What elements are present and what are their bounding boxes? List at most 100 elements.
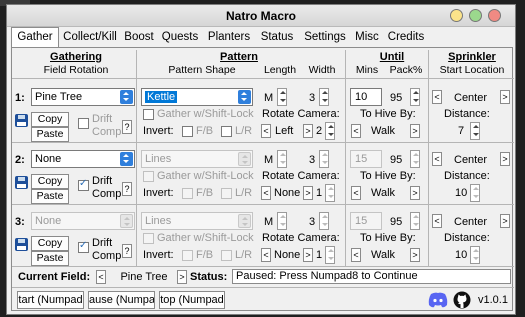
field-value: Pine Tree	[35, 91, 83, 103]
save-disk-icon[interactable]	[15, 176, 28, 189]
hive-left-arrow[interactable]: <	[351, 186, 361, 200]
divider	[12, 78, 514, 79]
rotate-left-arrow[interactable]: <	[261, 248, 271, 262]
help-button[interactable]: ?	[122, 182, 132, 196]
save-disk-icon[interactable]	[15, 238, 28, 251]
length-spinner[interactable]	[277, 88, 287, 106]
tab-boost[interactable]: Boost	[121, 28, 157, 48]
invert-fb-checkbox[interactable]	[182, 188, 193, 199]
field-select[interactable]: None	[31, 150, 135, 168]
github-icon[interactable]	[453, 291, 471, 309]
copy-button[interactable]: Copy	[31, 236, 69, 251]
header-width: Width	[308, 64, 336, 76]
start-left-arrow[interactable]: <	[432, 214, 442, 228]
drift-comp-checkbox[interactable]	[78, 178, 89, 191]
distance-label: Distance:	[444, 108, 490, 120]
tab-misc[interactable]: Misc	[353, 28, 381, 48]
tab-settings[interactable]: Settings	[300, 28, 350, 48]
pack-spinner[interactable]	[410, 212, 420, 230]
invert-lr-checkbox[interactable]	[221, 126, 232, 137]
start-right-arrow[interactable]: >	[500, 214, 510, 228]
stop-button[interactable]: top (Numpad	[159, 291, 225, 309]
discord-icon[interactable]	[428, 292, 448, 308]
tab-credits[interactable]: Credits	[384, 28, 428, 48]
start-right-arrow[interactable]: >	[500, 152, 510, 166]
hive-right-arrow[interactable]: >	[410, 186, 420, 200]
paste-button[interactable]: Paste	[31, 189, 69, 204]
hive-right-arrow[interactable]: >	[410, 124, 420, 138]
field-value: None	[35, 215, 62, 227]
width-spinner[interactable]	[319, 212, 329, 230]
pattern-select[interactable]: Lines	[141, 212, 253, 230]
field-select[interactable]: Pine Tree	[31, 88, 135, 106]
start-left-arrow[interactable]: <	[432, 90, 442, 104]
rotate-right-arrow[interactable]: >	[303, 124, 313, 138]
current-field-right-arrow[interactable]: >	[177, 270, 187, 284]
pack-spinner[interactable]	[410, 150, 420, 168]
main-window: Natro Macro Gather Collect/Kill Boost Qu…	[6, 4, 516, 315]
rotate-count-spinner[interactable]	[325, 122, 335, 140]
rotate-right-arrow[interactable]: >	[303, 186, 313, 200]
distance-spinner[interactable]	[470, 246, 480, 264]
window-title: Natro Macro	[225, 9, 296, 23]
save-disk-icon[interactable]	[15, 114, 28, 127]
maximize-icon[interactable]	[469, 9, 482, 22]
invert-lr-checkbox[interactable]	[221, 250, 232, 261]
invert-lr-label: L/R	[235, 125, 253, 137]
invert-fb-checkbox[interactable]	[182, 126, 193, 137]
width-spinner[interactable]	[319, 150, 329, 168]
mins-input[interactable]: 15	[350, 150, 382, 168]
start-button[interactable]: tart (Numpad	[17, 291, 84, 309]
tab-quests[interactable]: Quests	[159, 28, 201, 48]
distance-value: 10	[455, 187, 468, 199]
tab-gather[interactable]: Gather	[11, 27, 59, 49]
shift-lock-checkbox[interactable]	[143, 171, 154, 182]
rotate-count-spinner[interactable]	[325, 184, 335, 202]
mins-input[interactable]: 15	[350, 212, 382, 230]
length-spinner[interactable]	[277, 150, 287, 168]
close-icon[interactable]	[488, 9, 501, 22]
drift-comp-checkbox[interactable]	[78, 240, 89, 253]
rotate-count-spinner[interactable]	[325, 246, 335, 264]
invert-lr-checkbox[interactable]	[221, 188, 232, 199]
rotate-left-arrow[interactable]: <	[261, 186, 271, 200]
distance-spinner[interactable]	[470, 184, 480, 202]
start-right-arrow[interactable]: >	[500, 90, 510, 104]
paste-button[interactable]: Paste	[31, 127, 69, 142]
header-start-location: Start Location	[439, 64, 505, 76]
distance-spinner[interactable]	[470, 122, 480, 140]
rotate-left-arrow[interactable]: <	[261, 124, 271, 138]
mins-input[interactable]: 10	[350, 88, 382, 106]
help-button[interactable]: ?	[122, 120, 132, 134]
dropdown-icon	[238, 90, 251, 104]
start-left-arrow[interactable]: <	[432, 152, 442, 166]
paste-button[interactable]: Paste	[31, 251, 69, 266]
comp-label: Comp	[92, 126, 122, 138]
shift-lock-checkbox[interactable]	[143, 109, 154, 120]
copy-button[interactable]: Copy	[31, 174, 69, 189]
invert-fb-checkbox[interactable]	[182, 250, 193, 261]
tab-collect-kill[interactable]: Collect/Kill	[61, 28, 119, 48]
drift-comp-checkbox[interactable]	[78, 118, 89, 129]
hive-left-arrow[interactable]: <	[351, 248, 361, 262]
tab-planters[interactable]: Planters	[204, 28, 254, 48]
field-select[interactable]: None	[31, 212, 135, 230]
pause-button[interactable]: ause (Numpad	[88, 291, 155, 309]
pattern-select[interactable]: Lines	[141, 150, 253, 168]
shift-lock-label: Gather w/Shift-Lock	[157, 108, 254, 120]
hive-left-arrow[interactable]: <	[351, 124, 361, 138]
pattern-select[interactable]: Kettle	[141, 88, 253, 106]
copy-button[interactable]: Copy	[31, 112, 69, 127]
header-mins: Mins	[355, 64, 379, 76]
rotate-right-arrow[interactable]: >	[303, 248, 313, 262]
tab-status[interactable]: Status	[257, 28, 297, 48]
title-bar[interactable]: Natro Macro	[7, 5, 515, 27]
width-spinner[interactable]	[319, 88, 329, 106]
minimize-icon[interactable]	[450, 9, 463, 22]
hive-right-arrow[interactable]: >	[410, 248, 420, 262]
help-button[interactable]: ?	[122, 244, 132, 258]
shift-lock-checkbox[interactable]	[143, 233, 154, 244]
length-spinner[interactable]	[277, 212, 287, 230]
pack-spinner[interactable]	[410, 88, 420, 106]
current-field-left-arrow[interactable]: <	[96, 270, 106, 284]
